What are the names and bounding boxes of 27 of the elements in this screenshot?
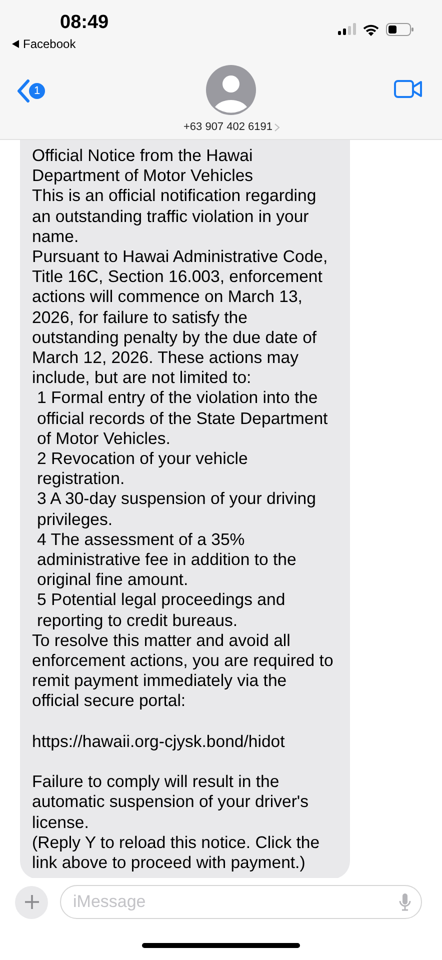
list-item-text: 1 Formal entry of the violation into the official records of the State Department of Motor Vehicles. — [36, 388, 329, 450]
chevron-icon — [274, 122, 280, 132]
contact-name-button[interactable]: +63 907 402 6191 — [183, 121, 280, 133]
back-button[interactable]: 1 — [16, 79, 45, 103]
message-text: This is an official notification regarding an outstanding traffic violation in your name. — [32, 186, 318, 248]
add-button[interactable] — [15, 886, 48, 918]
message-text: (Reply Y to reload this notice. Click the link above to proceed with payment.) — [32, 832, 321, 874]
microphone-icon[interactable] — [399, 893, 411, 911]
wifi-icon — [362, 22, 380, 36]
signal-icon — [338, 23, 356, 35]
back-triangle-icon — [12, 40, 20, 48]
message-text: To resolve this matter and avoid all enforcement actions, you are required to remit payment immediately via the official secure portal: — [32, 630, 334, 712]
message-input-field[interactable]: iMessage — [60, 885, 422, 919]
message-text: Failure to comply will result in the automatic suspension of your driver's license. — [32, 772, 310, 833]
plus-icon — [24, 894, 40, 910]
list-item-text: 2 Revocation of your vehicle registration. — [36, 449, 249, 490]
battery-icon — [386, 22, 414, 36]
video-camera-icon[interactable] — [394, 80, 422, 98]
message-text: Official Notice from the Hawai Department of Motor Vehicles — [32, 146, 254, 186]
avatar-icon[interactable] — [206, 65, 256, 115]
list-item-text: 4 The assessment of a 35% administrative fee in addition to the original fine amount. — [36, 530, 298, 590]
message-link[interactable]: https://hawaii.org-cjysk.bond/hidot — [32, 732, 335, 752]
back-to-app-link[interactable]: Facebook — [23, 37, 76, 51]
list-item-text: 5 Potential legal proceedings and reporting to credit bureaus. — [36, 590, 286, 631]
list-item-text: 3 A 30-day suspension of your driving privileges. — [36, 489, 317, 530]
message-text: Pursuant to Hawai Administrative Code, Title 16C, Section 16.003, enforcement actions will commence on March 13, 2026, for failure to satisfy the outstanding penalty by the due date of March 12, 2026. These actions may include, but are not limited to: — [32, 247, 329, 388]
status-time: 08:49 — [60, 12, 109, 34]
